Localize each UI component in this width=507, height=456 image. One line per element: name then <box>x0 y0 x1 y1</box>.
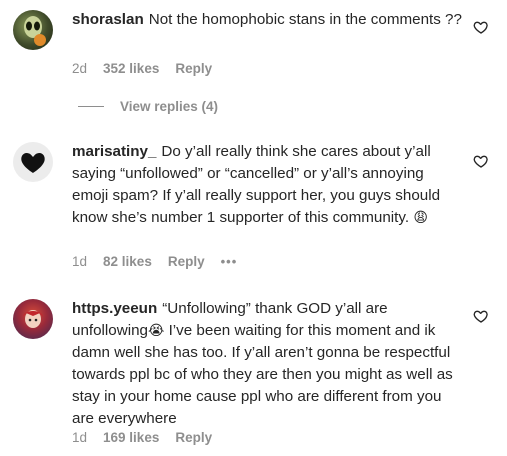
like-heart-icon[interactable] <box>473 153 489 169</box>
comment-likes[interactable]: 82 likes <box>103 254 152 269</box>
comment-meta: 1d 169 likes Reply <box>72 430 228 445</box>
weary-face-emoji: 😩 <box>413 210 428 226</box>
comment-username[interactable]: marisatiny_ <box>72 143 156 160</box>
comment-text: Not the homophobic stans in the comments… <box>148 11 462 28</box>
view-replies-divider <box>78 106 104 107</box>
reply-button[interactable]: Reply <box>175 430 212 445</box>
comment-username[interactable]: https.yeeun <box>72 300 157 317</box>
view-replies-label: View replies (4) <box>120 99 219 114</box>
avatar[interactable] <box>13 142 53 182</box>
black-heart-avatar-image <box>21 153 45 173</box>
comment-username[interactable]: shoraslan <box>72 11 144 28</box>
alien-avatar-image <box>24 16 46 46</box>
comment-time: 1d <box>72 254 88 269</box>
comment-body: https.yeeun “Unfollowing” thank GOD y’all… <box>72 298 464 430</box>
comment-likes[interactable]: 352 likes <box>103 61 159 76</box>
like-heart-icon[interactable] <box>473 19 489 35</box>
crying-face-emoji: 😭 <box>148 323 165 339</box>
comment-meta: 1d 82 likes Reply ••• <box>72 254 253 269</box>
view-replies-button[interactable]: View replies (4) <box>78 99 218 114</box>
more-options-icon[interactable]: ••• <box>221 254 238 269</box>
anime-avatar-image <box>23 310 43 328</box>
comment-likes[interactable]: 169 likes <box>103 430 159 445</box>
comment-time: 1d <box>72 430 88 445</box>
avatar[interactable] <box>13 10 53 50</box>
reply-button[interactable]: Reply <box>168 254 205 269</box>
like-heart-icon[interactable] <box>473 308 489 324</box>
comment-body: shoraslan Not the homophobic stans in the… <box>72 9 464 31</box>
reply-button[interactable]: Reply <box>175 61 212 76</box>
comment-time: 2d <box>72 61 88 76</box>
comment-meta: 2d 352 likes Reply <box>72 61 228 76</box>
avatar[interactable] <box>13 299 53 339</box>
comment-body: marisatiny_ Do y’all really think she car… <box>72 141 464 229</box>
